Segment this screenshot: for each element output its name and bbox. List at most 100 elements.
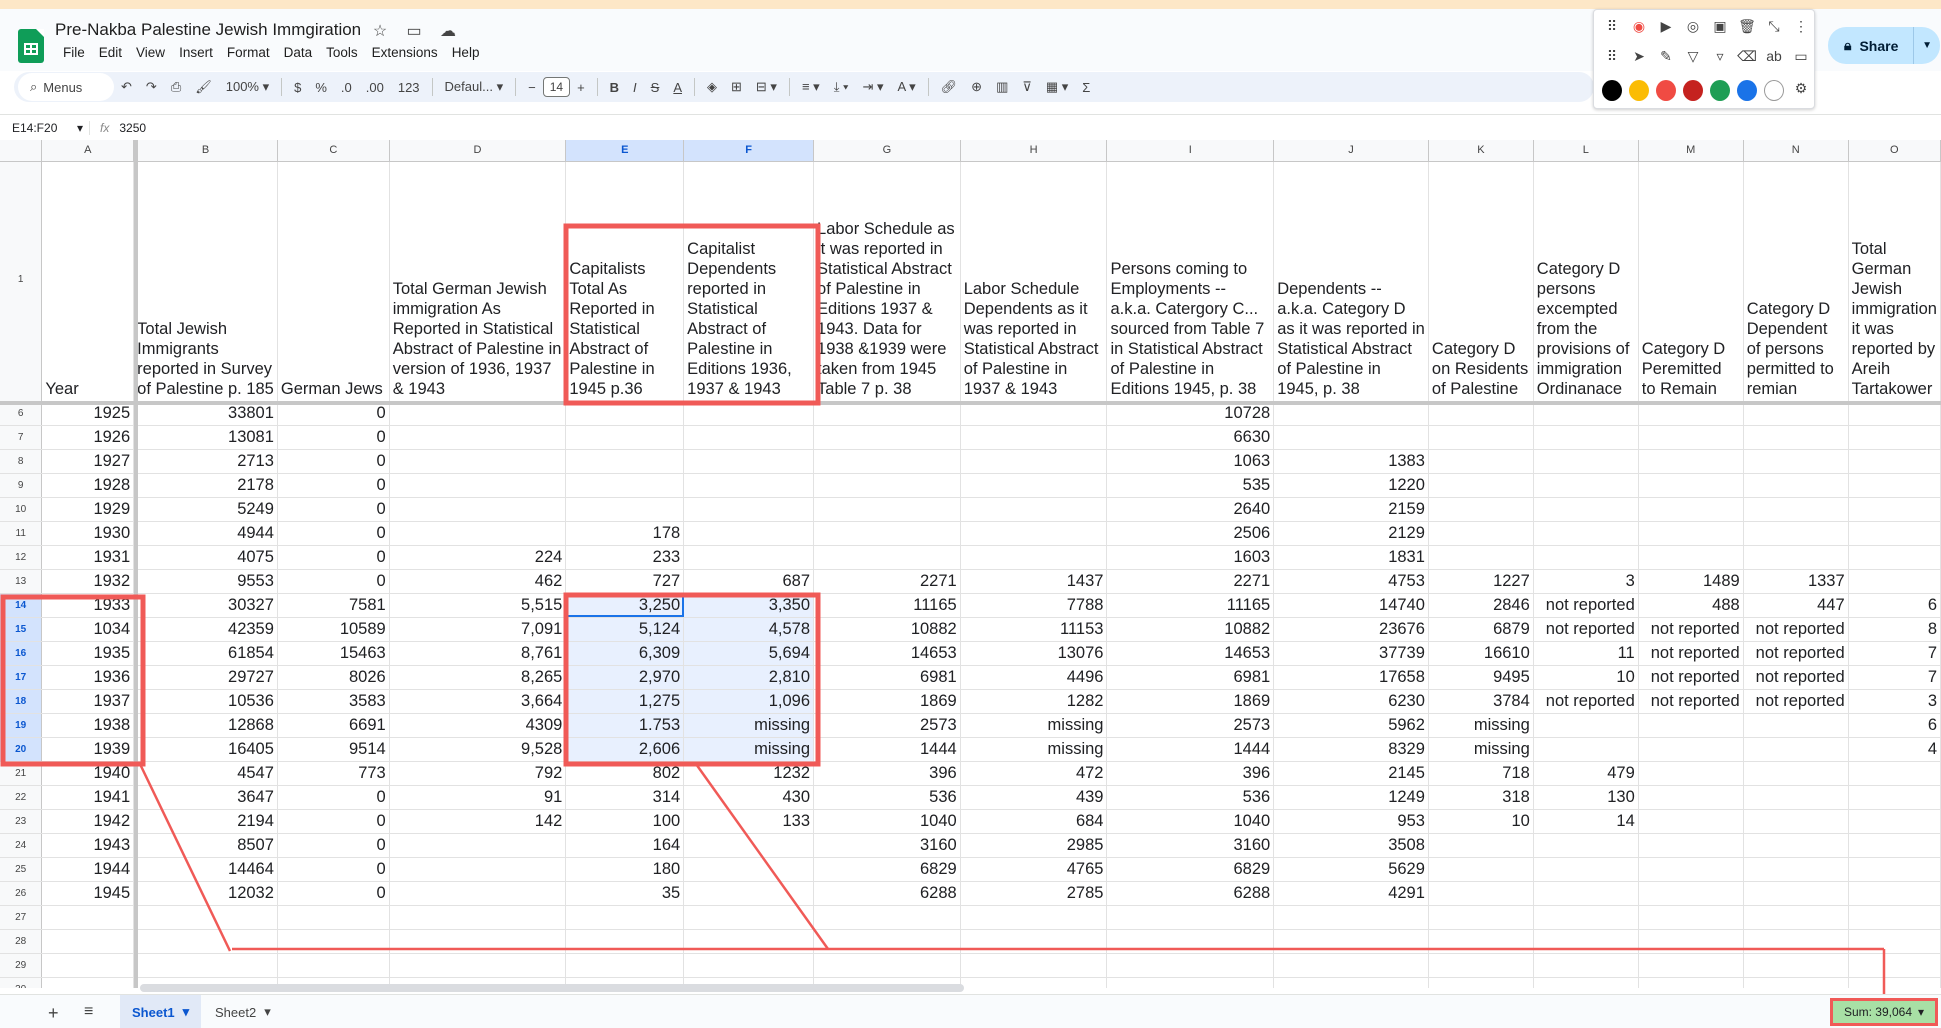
cell-g19[interactable]: 2573 [813,713,961,738]
cell-i22[interactable]: 536 [1106,785,1275,810]
cell-i27[interactable] [1106,905,1275,930]
header-cell-k[interactable]: Category D on Residents of Palestine [1428,161,1534,402]
cell-a22[interactable]: 1941 [41,785,135,810]
row-header[interactable]: 24 [0,833,43,858]
cell-j26[interactable]: 4291 [1273,881,1429,906]
cell-k7[interactable] [1428,425,1534,450]
cell-b24[interactable]: 8507 [133,833,278,858]
cell-h9[interactable] [960,473,1108,498]
insert-comment-icon[interactable]: ⊕ [964,79,989,95]
cell-c11[interactable]: 0 [277,521,390,546]
cell-j8[interactable]: 1383 [1273,449,1429,474]
text-wrap-icon[interactable]: ⇥ ▾ [856,79,891,95]
cell-c15[interactable]: 10589 [277,617,390,642]
cell-a26[interactable]: 1945 [41,881,135,906]
row-header[interactable]: 1 [0,161,43,402]
cell-f7[interactable] [683,425,815,450]
cell-j12[interactable]: 1831 [1273,545,1429,570]
cell-c26[interactable]: 0 [277,881,390,906]
cell-h22[interactable]: 439 [960,785,1108,810]
cell-m22[interactable] [1638,785,1744,810]
cell-m28[interactable] [1638,929,1744,954]
cell-d24[interactable] [389,833,567,858]
menu-format[interactable]: Format [220,43,277,62]
cloud-status-icon[interactable]: ☁ [438,21,458,41]
cell-h28[interactable] [960,929,1108,954]
cell-a8[interactable]: 1927 [41,449,135,474]
cell-g29[interactable] [813,953,961,978]
cell-g13[interactable]: 2271 [813,569,961,594]
zoom-select[interactable]: 100% ▾ [219,79,276,95]
cell-i20[interactable]: 1444 [1106,737,1275,762]
cell-l20[interactable] [1533,737,1639,762]
header-cell-i[interactable]: Persons coming to Employments -- a.k.a. … [1106,161,1275,402]
cell-a24[interactable]: 1943 [41,833,135,858]
cell-k9[interactable] [1428,473,1534,498]
cell-i29[interactable] [1106,953,1275,978]
cell-e19[interactable]: 1.753 [565,713,685,738]
cell-f26[interactable] [683,881,815,906]
save-icon[interactable]: ▣ [1710,18,1730,35]
cell-c9[interactable]: 0 [277,473,390,498]
cell-i28[interactable] [1106,929,1275,954]
cell-n12[interactable] [1743,545,1849,570]
cell-k30[interactable] [1428,977,1534,988]
cell-f22[interactable]: 430 [683,785,815,810]
cell-c18[interactable]: 3583 [277,689,390,714]
cell-k16[interactable]: 16610 [1428,641,1534,666]
cell-h27[interactable] [960,905,1108,930]
cell-i30[interactable] [1106,977,1275,988]
cell-e10[interactable] [565,497,685,522]
cell-l14[interactable]: not reported [1533,593,1639,618]
cell-k23[interactable]: 10 [1428,809,1534,834]
cell-l29[interactable] [1533,953,1639,978]
cell-n8[interactable] [1743,449,1849,474]
add-sheet-icon[interactable]: + [48,1003,59,1024]
share-dropdown-icon[interactable]: ▼ [1913,27,1932,64]
cell-e20[interactable]: 2,606 [565,737,685,762]
cell-e16[interactable]: 6,309 [565,641,685,666]
cell-f17[interactable]: 2,810 [683,665,815,690]
column-header-b[interactable]: B [133,140,278,162]
name-box[interactable]: E14:F20 ▾ [0,120,90,135]
cell-i17[interactable]: 6981 [1106,665,1275,690]
cell-c10[interactable]: 0 [277,497,390,522]
column-header-e[interactable]: E [565,140,685,162]
row-header[interactable]: 28 [0,929,43,954]
cell-d26[interactable] [389,881,567,906]
cell-d13[interactable]: 462 [389,569,567,594]
cell-j24[interactable]: 3508 [1273,833,1429,858]
header-cell-a[interactable]: Year [41,161,135,402]
menu-view[interactable]: View [129,43,172,62]
redo-icon[interactable]: ↷ [139,79,164,95]
cell-d11[interactable] [389,521,567,546]
cell-e8[interactable] [565,449,685,474]
cell-b25[interactable]: 14464 [133,857,278,882]
cell-n27[interactable] [1743,905,1849,930]
cell-h19[interactable]: missing [960,713,1108,738]
cell-g12[interactable] [813,545,961,570]
decrease-decimal-button[interactable]: .0 [334,80,359,95]
cell-j23[interactable]: 953 [1273,809,1429,834]
color-swatch[interactable] [1602,80,1622,101]
cell-i21[interactable]: 396 [1106,761,1275,786]
cell-m12[interactable] [1638,545,1744,570]
cell-b7[interactable]: 13081 [133,425,278,450]
sheet-tab-sheet2[interactable]: Sheet2 ▾ [203,995,283,1028]
cell-f27[interactable] [683,905,815,930]
cell-e24[interactable]: 164 [565,833,685,858]
cell-f15[interactable]: 4,578 [683,617,815,642]
cell-a30[interactable] [41,977,135,988]
cell-o22[interactable] [1848,785,1941,810]
cell-n19[interactable] [1743,713,1849,738]
cell-b12[interactable]: 4075 [133,545,278,570]
cell-f11[interactable] [683,521,815,546]
cell-l12[interactable] [1533,545,1639,570]
cell-b8[interactable]: 2713 [133,449,278,474]
cell-m10[interactable] [1638,497,1744,522]
cell-c8[interactable]: 0 [277,449,390,474]
cell-g16[interactable]: 14653 [813,641,961,666]
menu-file[interactable]: File [56,43,92,62]
cell-l19[interactable] [1533,713,1639,738]
cell-o16[interactable]: 7 [1848,641,1941,666]
